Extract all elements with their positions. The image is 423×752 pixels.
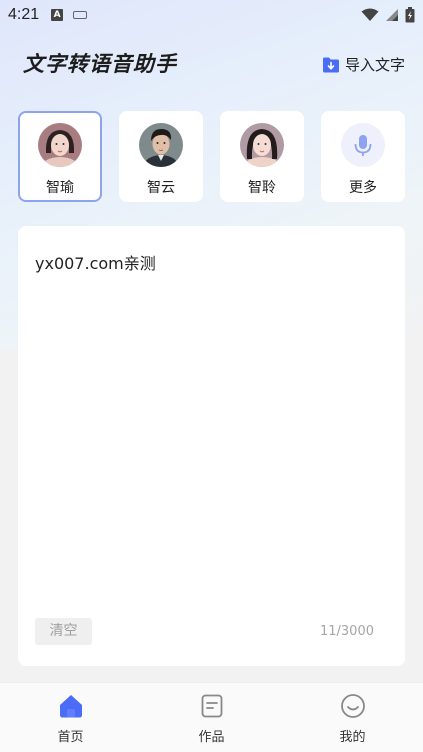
nav-item-mine[interactable]: 我的 <box>282 683 423 752</box>
import-folder-icon <box>323 57 339 72</box>
nav-item-works[interactable]: 作品 <box>141 683 282 752</box>
voice-card-more[interactable]: 更多 <box>321 111 405 202</box>
nav-label: 我的 <box>339 730 366 745</box>
home-icon <box>59 695 82 718</box>
more-voices-icon-wrap <box>341 123 385 167</box>
smile-icon <box>340 694 365 718</box>
avatar <box>139 123 183 167</box>
voice-card-zhiling[interactable]: 智聆 <box>220 111 304 202</box>
clear-button[interactable]: 清空 <box>35 618 92 645</box>
signal-icon <box>386 9 398 21</box>
page-title: 文字转语音助手 <box>23 52 177 76</box>
avatar <box>38 123 82 167</box>
nav-label: 作品 <box>198 730 225 745</box>
keyboard-icon <box>73 11 88 19</box>
voice-name: 智瑜 <box>46 180 74 196</box>
microphone-icon <box>354 135 372 156</box>
voice-name: 智云 <box>147 180 175 196</box>
voice-name: 智聆 <box>248 180 276 196</box>
voice-selector: 智瑜 智云 智聆 更多 <box>18 111 405 202</box>
status-time: 4:21 <box>8 6 40 23</box>
import-text-button[interactable]: 导入文字 <box>322 54 405 75</box>
voice-card-zhiyu[interactable]: 智瑜 <box>18 111 102 202</box>
editor-text[interactable]: yx007.com亲测 <box>35 250 156 274</box>
text-editor[interactable]: yx007.com亲测 清空 11/3000 <box>18 226 405 666</box>
voice-name: 更多 <box>349 180 377 196</box>
battery-icon <box>405 7 415 23</box>
works-icon <box>201 694 222 718</box>
import-text-label: 导入文字 <box>345 56 406 74</box>
nav-label: 首页 <box>57 730 84 745</box>
avatar <box>240 123 284 167</box>
voice-card-zhiyun[interactable]: 智云 <box>119 111 203 202</box>
status-bar: 4:21 A <box>0 0 423 30</box>
wifi-icon <box>361 8 379 21</box>
bottom-nav: 首页 作品 我的 <box>0 682 423 752</box>
nav-item-home[interactable]: 首页 <box>0 683 141 752</box>
text-a-icon: A <box>51 9 64 21</box>
char-count: 11/3000 <box>319 624 374 639</box>
